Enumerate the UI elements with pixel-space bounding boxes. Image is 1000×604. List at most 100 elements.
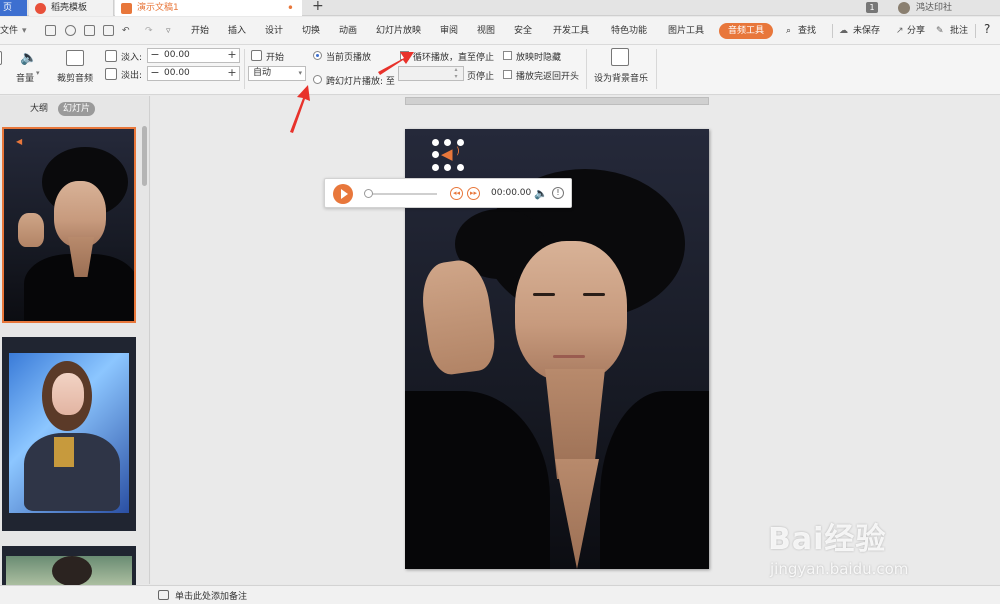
notes-input[interactable]: 单击此处添加备注	[175, 589, 247, 602]
menu-security[interactable]: 安全	[514, 24, 532, 38]
audio-player: ◂◂ ▸▸ 00:00.00 🔈 !	[324, 178, 572, 208]
tab-slides[interactable]: 幻灯片	[58, 102, 96, 116]
slides-panel: 大纲 幻灯片 ◀ +	[0, 96, 150, 604]
resize-handle[interactable]	[432, 151, 439, 158]
volume-button[interactable]: 音量	[16, 71, 34, 84]
notes-icon	[158, 590, 169, 600]
menu-developer[interactable]: 开发工具	[553, 24, 589, 38]
play-button[interactable]	[333, 184, 353, 204]
stop-page-stepper[interactable]: ▴ ▾	[398, 66, 464, 81]
resize-handle[interactable]	[457, 164, 464, 171]
tab-template-label: 稻壳模板	[51, 3, 88, 13]
seek-handle[interactable]	[364, 189, 373, 198]
radio-cross-slides[interactable]	[313, 75, 322, 84]
start-select[interactable]: 自动 ▾	[248, 66, 306, 81]
resize-handle[interactable]	[432, 139, 439, 146]
menu-audio-tools[interactable]: 音频工具	[719, 23, 774, 39]
increment-button[interactable]: +	[226, 49, 238, 62]
tab-home[interactable]: 页	[0, 0, 27, 16]
scrollbar[interactable]	[142, 126, 147, 186]
print-icon[interactable]	[84, 25, 95, 36]
search-button[interactable]: 查找	[798, 24, 816, 38]
trim-audio-icon[interactable]	[66, 50, 84, 66]
ribbon-audio-tools: : 🔈 音量 ▾ 裁剪音频 淡入: − 00.00 + 淡出: − 00.00 …	[0, 45, 1000, 95]
chevron-down-icon[interactable]: ▾	[450, 71, 462, 84]
ruler[interactable]	[405, 97, 709, 105]
rewind-checkbox[interactable]	[503, 70, 512, 79]
fade-in-stepper[interactable]: − 00.00 +	[147, 48, 240, 63]
trim-audio-button[interactable]: 裁剪音频	[57, 71, 93, 84]
chevron-down-icon[interactable]: ▾	[36, 69, 40, 77]
resize-handle[interactable]	[444, 164, 451, 171]
help-button[interactable]: ?	[984, 22, 990, 36]
fade-out-value[interactable]: 00.00	[164, 67, 224, 80]
menu-features[interactable]: 特色功能	[611, 24, 647, 38]
play-audio-icon[interactable]	[0, 51, 2, 65]
rewind-icon[interactable]: ◂◂	[450, 187, 463, 200]
menu-slideshow[interactable]: 幻灯片放映	[376, 24, 421, 38]
resize-handle[interactable]	[457, 139, 464, 146]
radio-current-page[interactable]	[313, 51, 322, 60]
menu-review[interactable]: 审阅	[440, 24, 458, 38]
menu-view[interactable]: 视图	[477, 24, 495, 38]
rewind-label[interactable]: 播放完返回开头	[516, 69, 579, 82]
volume-icon[interactable]: 🔈	[20, 50, 37, 66]
radio-current-page-label[interactable]: 当前页播放	[326, 50, 371, 63]
fast-forward-icon[interactable]: ▸▸	[467, 187, 480, 200]
share-icon[interactable]: ↗	[896, 24, 904, 38]
increment-button[interactable]: +	[226, 67, 238, 80]
customize-toolbar-icon[interactable]: ▿	[166, 24, 171, 38]
portrait-eye-right	[583, 293, 605, 296]
loop-checkbox[interactable]	[400, 51, 409, 60]
comment-button[interactable]: 批注	[950, 24, 968, 38]
menu-transition[interactable]: 切换	[302, 24, 320, 38]
fade-in-value[interactable]: 00.00	[164, 49, 224, 62]
tab-outline[interactable]: 大纲	[30, 102, 48, 116]
hide-when-show-checkbox[interactable]	[503, 51, 512, 60]
audio-object[interactable]: ◀ )	[430, 137, 466, 173]
start-icon	[251, 50, 262, 61]
start-select-value: 自动	[253, 68, 272, 78]
divider	[244, 49, 245, 89]
playback-time: 00:00.00	[491, 188, 532, 198]
print-preview-icon[interactable]	[103, 25, 114, 36]
redo-icon[interactable]: ↷	[145, 24, 153, 38]
menu-file[interactable]: 文件	[0, 24, 18, 38]
export-pdf-icon[interactable]	[65, 25, 76, 36]
set-background-music-button[interactable]: 设为背景音乐	[594, 71, 648, 84]
user-name[interactable]: 鸿达印社	[916, 0, 952, 16]
tab-document[interactable]: 演示文稿1 •	[115, 0, 302, 16]
menu-picture-tools[interactable]: 图片工具	[668, 24, 704, 38]
undo-icon[interactable]: ↶	[122, 24, 130, 38]
menu-animation[interactable]: 动画	[339, 24, 357, 38]
menu-design[interactable]: 设计	[265, 24, 283, 38]
menu-insert[interactable]: 插入	[228, 24, 246, 38]
fade-out-stepper[interactable]: − 00.00 +	[147, 66, 240, 81]
volume-icon[interactable]: 🔈	[534, 187, 548, 200]
resize-handle[interactable]	[432, 164, 439, 171]
new-tab-button[interactable]: +	[312, 0, 324, 14]
slide-thumbnail-2[interactable]	[2, 337, 136, 531]
save-icon[interactable]	[45, 25, 56, 36]
decrement-button[interactable]: −	[149, 67, 161, 80]
window-count-badge[interactable]: 1	[866, 2, 878, 13]
loop-label[interactable]: 循环播放，直至停止	[413, 50, 494, 63]
slide-thumbnail-1[interactable]: ◀	[2, 127, 136, 323]
unsaved-status[interactable]: 未保存	[853, 24, 880, 38]
tab-template[interactable]: 稻壳模板	[29, 0, 114, 16]
search-icon[interactable]: ⌕	[786, 24, 791, 38]
decrement-button[interactable]: −	[149, 49, 161, 62]
hide-when-show-label[interactable]: 放映时隐藏	[516, 50, 561, 63]
fade-out-icon	[105, 68, 117, 80]
slide-thumbnail-3[interactable]	[2, 546, 136, 586]
avatar[interactable]	[898, 2, 910, 14]
comment-icon[interactable]: ✎	[936, 24, 944, 38]
cloud-icon[interactable]: ☁	[839, 24, 848, 38]
info-icon[interactable]: !	[552, 187, 564, 199]
radio-cross-slides-label[interactable]: 跨幻灯片播放: 至	[326, 74, 395, 87]
share-button[interactable]: 分享	[907, 24, 925, 38]
chevron-down-icon[interactable]: ▾	[22, 24, 27, 38]
seek-bar[interactable]	[365, 193, 437, 195]
menu-start[interactable]: 开始	[191, 24, 209, 38]
background-music-icon[interactable]	[611, 48, 629, 66]
